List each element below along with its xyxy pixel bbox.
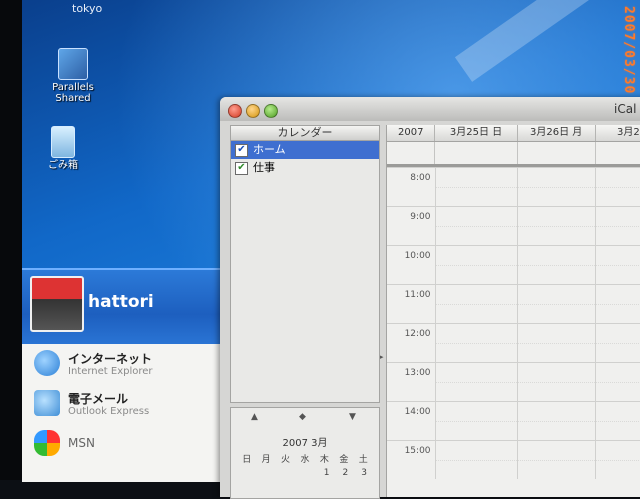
trash-icon — [51, 126, 75, 158]
weekday: 月 — [261, 455, 271, 465]
hour-row[interactable]: 15:00 — [387, 440, 640, 479]
desktop-top-label: tokyo — [72, 2, 103, 15]
calendar-name: 仕事 — [253, 161, 275, 174]
screen-bezel — [0, 0, 22, 480]
start-item-title: MSN — [68, 436, 95, 450]
start-menu-body: インターネット Internet Explorer 電子メール Outlook … — [22, 344, 220, 482]
hour-row[interactable]: 9:00 — [387, 206, 640, 245]
hour-label: 15:00 — [404, 446, 431, 456]
start-item-subtitle: Internet Explorer — [68, 366, 153, 377]
calendar-name: ホーム — [253, 143, 286, 156]
time-grid[interactable]: 8:00 9:00 10:00 11:00 12:00 13:00 14:00 … — [387, 167, 640, 479]
hour-label: 11:00 — [404, 290, 431, 300]
hour-row[interactable]: 14:00 — [387, 401, 640, 440]
recycle-bin-icon[interactable]: ごみ箱 — [28, 126, 98, 171]
internet-explorer-icon — [34, 350, 60, 376]
close-icon[interactable] — [228, 104, 242, 118]
week-year: 2007 — [387, 125, 436, 141]
desktop-icon-label: Parallels — [52, 82, 94, 93]
today-icon[interactable]: ◆ — [299, 412, 306, 422]
splitter-handle[interactable]: ▸ — [380, 353, 384, 361]
week-header: 2007 3月25日 日 3月26日 月 3月2 — [387, 125, 640, 142]
start-item-title: 電子メール — [68, 392, 129, 406]
weekday: 日 — [242, 455, 252, 465]
day-header[interactable]: 3月25日 日 — [435, 125, 518, 141]
mini-calendar-dates: 1 2 3 — [237, 468, 373, 478]
photo-datestamp: 2007/03/30 — [621, 6, 636, 95]
weekday: 木 — [319, 455, 329, 465]
desktop-icon-label: ごみ箱 — [48, 160, 78, 171]
parallels-shared-icon[interactable]: Parallels Shared — [38, 48, 108, 104]
day-header[interactable]: 3月2 — [596, 125, 640, 141]
start-menu-header: hattori — [22, 268, 220, 344]
checkbox-home[interactable]: ✔ — [235, 144, 248, 157]
date-cell[interactable]: 3 — [361, 468, 367, 478]
hour-row[interactable]: 11:00 — [387, 284, 640, 323]
window-title: iCal — [614, 102, 637, 116]
hour-label: 8:00 — [410, 173, 431, 183]
week-view: 2007 3月25日 日 3月26日 月 3月2 8:00 9:00 10:00… — [386, 125, 640, 497]
hour-label: 13:00 — [404, 368, 431, 378]
next-month-icon[interactable]: ▼ — [349, 412, 356, 422]
desktop-icon-label-2: Shared — [55, 93, 91, 104]
day-header[interactable]: 3月26日 月 — [518, 125, 596, 141]
start-item-email[interactable]: 電子メール Outlook Express — [22, 384, 220, 424]
mini-calendar-nav: ▲ ◆ ▼ — [231, 408, 379, 428]
hour-label: 14:00 — [404, 407, 431, 417]
date-cell[interactable]: 1 — [324, 468, 330, 478]
username: hattori — [88, 292, 154, 312]
msn-icon — [34, 430, 60, 456]
start-item-msn[interactable]: MSN — [22, 424, 220, 464]
start-menu: hattori インターネット Internet Explorer 電子メール … — [22, 268, 220, 482]
all-day-row[interactable] — [387, 142, 640, 167]
mini-calendar-weekdays: 日 月 火 水 木 金 土 — [237, 452, 373, 465]
calendar-item-work[interactable]: ✔ 仕事 — [231, 159, 379, 177]
weekday: 金 — [339, 455, 349, 465]
hour-row[interactable]: 13:00 — [387, 362, 640, 401]
hour-label: 9:00 — [410, 212, 431, 222]
weekday: 土 — [358, 455, 368, 465]
start-item-internet[interactable]: インターネット Internet Explorer — [22, 344, 220, 384]
start-item-subtitle: Outlook Express — [68, 406, 150, 417]
hour-row[interactable]: 12:00 — [387, 323, 640, 362]
weekday: 水 — [300, 455, 310, 465]
hour-label: 10:00 — [404, 251, 431, 261]
mail-icon — [34, 390, 60, 416]
hour-row[interactable]: 10:00 — [387, 245, 640, 284]
weekday: 火 — [281, 455, 291, 465]
calendar-item-home[interactable]: ✔ ホーム — [231, 141, 379, 159]
window-titlebar[interactable]: iCal — [220, 97, 640, 121]
mini-calendar-title: 2007 3月 — [282, 438, 328, 449]
ical-window: iCal カレンダー ✔ ホーム ✔ 仕事 ▸ ▲ ◆ ▼ 2007 3月 日 … — [220, 97, 640, 499]
folder-icon — [58, 48, 88, 80]
start-item-title: インターネット — [68, 352, 153, 366]
date-cell[interactable]: 2 — [343, 468, 349, 478]
calendar-list: カレンダー ✔ ホーム ✔ 仕事 — [230, 125, 380, 403]
calendar-list-header: カレンダー — [231, 126, 379, 141]
zoom-icon[interactable] — [264, 104, 278, 118]
avatar[interactable] — [30, 276, 84, 332]
hour-row[interactable]: 8:00 — [387, 167, 640, 206]
previous-month-icon[interactable]: ▲ — [251, 412, 258, 422]
minimize-icon[interactable] — [246, 104, 260, 118]
checkbox-work[interactable]: ✔ — [235, 162, 248, 175]
mini-calendar: ▲ ◆ ▼ 2007 3月 日 月 火 水 木 金 土 1 2 3 — [230, 407, 380, 499]
hour-label: 12:00 — [404, 329, 431, 339]
